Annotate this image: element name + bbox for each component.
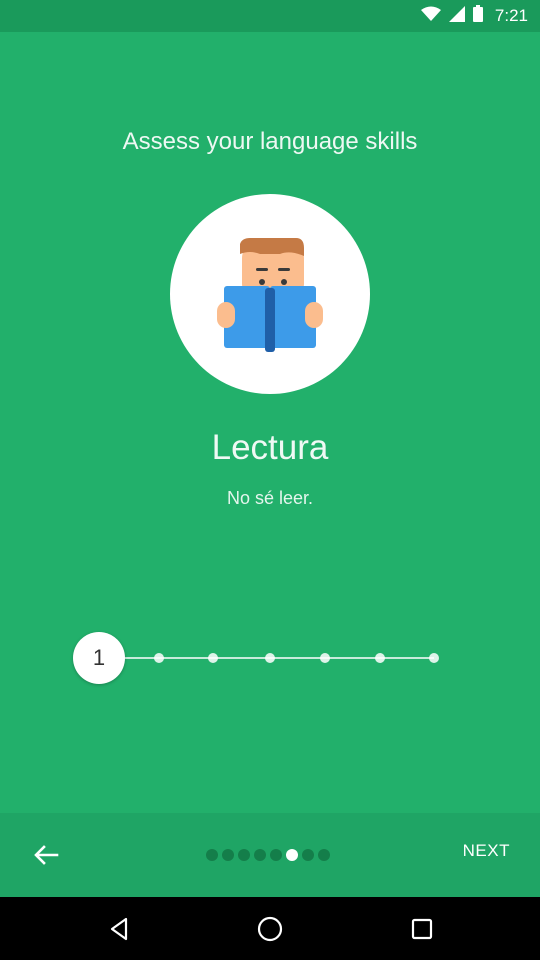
slider-step-dot[interactable] (375, 653, 385, 663)
reading-person-icon (217, 238, 323, 352)
status-icons: 7:21 (420, 0, 528, 32)
navigation-bar (0, 897, 540, 960)
slider-step-dot[interactable] (429, 653, 439, 663)
page-dot (318, 849, 330, 861)
wifi-icon (420, 6, 441, 27)
arrow-left-icon (34, 845, 59, 865)
page-dot (270, 849, 282, 861)
nav-home-button[interactable] (255, 914, 285, 944)
page-dot (222, 849, 234, 861)
slider-step-dot[interactable] (265, 653, 275, 663)
next-button[interactable]: NEXT (463, 841, 510, 861)
page-indicator (206, 849, 330, 861)
slider-handle[interactable]: 1 (73, 632, 125, 684)
status-time: 7:21 (494, 6, 528, 25)
slider-step-dot[interactable] (208, 653, 218, 663)
page-dot (206, 849, 218, 861)
page-dot-active (286, 849, 298, 861)
page-dot (254, 849, 266, 861)
skill-title: Lectura (211, 428, 329, 467)
slider-step-dot[interactable] (154, 653, 164, 663)
signal-icon (448, 5, 465, 27)
recents-square-icon (411, 918, 433, 940)
page-dot (238, 849, 250, 861)
illustration-circle (170, 194, 370, 394)
page-title: Assess your language skills (122, 128, 418, 155)
nav-recents-button[interactable] (407, 914, 437, 944)
bottom-bar: NEXT (0, 813, 540, 897)
status-bar: 7:21 (0, 0, 540, 32)
nav-back-button[interactable] (104, 914, 134, 944)
page-dot (302, 849, 314, 861)
back-triangle-icon (110, 917, 128, 941)
slider-step-dot[interactable] (320, 653, 330, 663)
home-circle-icon (257, 916, 283, 942)
skill-description: No sé leer. (226, 488, 314, 508)
back-button[interactable] (24, 835, 68, 875)
level-slider[interactable]: 1 (72, 630, 452, 686)
battery-icon (472, 5, 483, 27)
